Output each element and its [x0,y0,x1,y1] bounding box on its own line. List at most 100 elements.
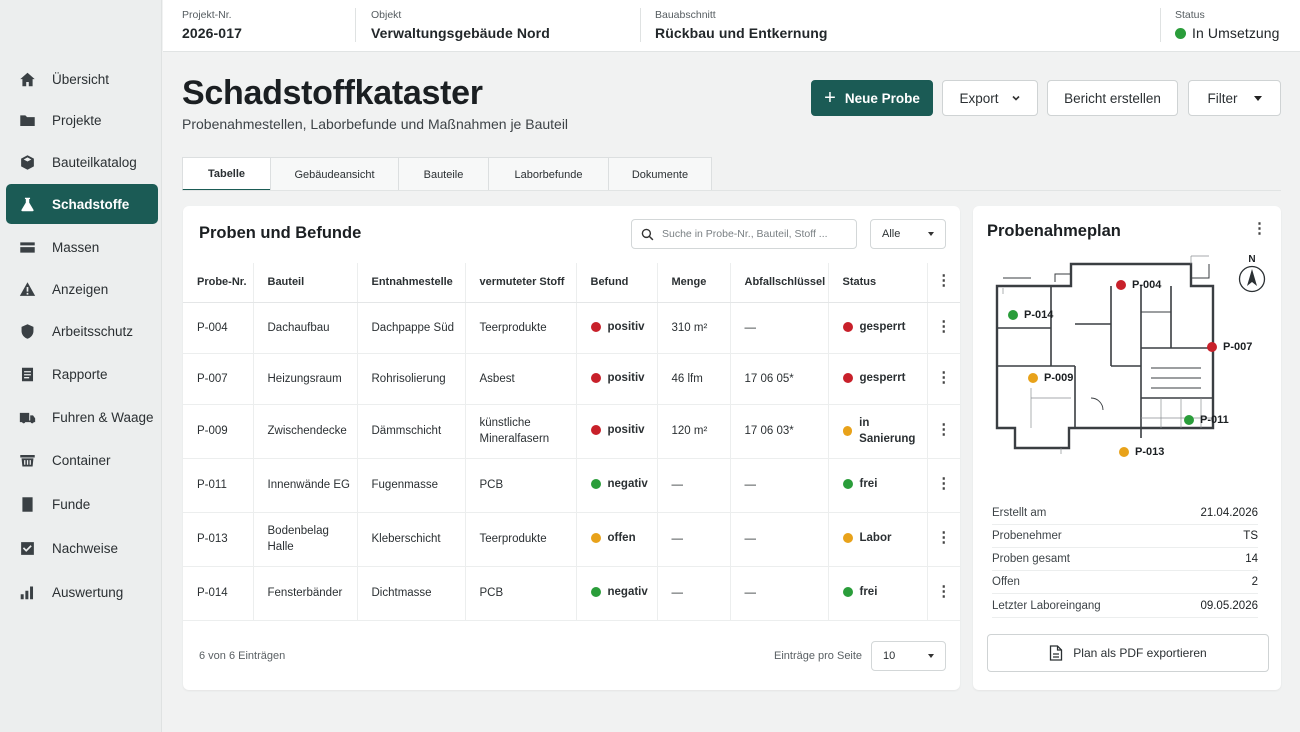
column-header[interactable]: Bauteil [253,263,358,303]
column-header[interactable]: Probe-Nr. [183,263,254,303]
header-bauabschnitt-label: Bauabschnitt [655,9,716,21]
row-menu-button[interactable]: ⋮ [927,302,960,354]
plan-pin[interactable]: P-013 [1119,446,1164,458]
cell-menge: — [657,512,731,567]
plan-pin[interactable]: P-011 [1184,414,1229,426]
column-header[interactable]: vermuteter Stoff [465,263,577,303]
column-header[interactable]: Entnahmestelle [357,263,466,303]
status-dot [842,426,853,436]
table-row[interactable]: P-011 Innenwände EG Fugenmasse PCB negat… [183,458,960,513]
plan-pin[interactable]: P-004 [1116,279,1161,291]
tab-dokumente[interactable]: Dokumente [608,157,712,191]
info-value: 14 [1245,553,1258,565]
sidebar-item-label: Funde [52,496,91,512]
status-filter-select[interactable]: Alle [870,219,946,249]
sidebar-item-auswertung[interactable]: Auswertung [6,572,158,612]
warning-icon [18,280,36,298]
search-input[interactable]: Suche in Probe-Nr., Bauteil, Stoff ... [631,219,857,249]
cell-schluessel: — [730,302,829,354]
row-menu-button[interactable]: ⋮ [927,404,960,459]
sidebar: Übersicht Projekte Bauteilkatalog Schads… [0,0,162,732]
cell-befund: positiv [576,404,658,459]
table-row[interactable]: P-004 Dachaufbau Dachpappe Süd Teerprodu… [183,302,960,354]
column-header[interactable]: Befund [576,263,658,303]
card-icon [18,238,36,256]
sidebar-item-fuhren-waage[interactable]: Fuhren & Waage [6,397,158,437]
column-header[interactable]: Menge [657,263,731,303]
export-pdf-button[interactable]: Plan als PDF exportieren [987,634,1269,672]
status-badge: gesperrt [842,370,906,386]
cell-stoff: Teerprodukte [465,512,577,567]
sidebar-item-anzeigen[interactable]: Anzeigen [6,269,158,309]
column-header[interactable]: Status [828,263,928,303]
plan-pin[interactable]: P-007 [1207,341,1252,353]
tab-gebaeudeansicht[interactable]: Gebäudeansicht [270,157,399,191]
create-report-button[interactable]: Bericht erstellen [1047,80,1178,116]
tab-bauteile[interactable]: Bauteile [398,157,489,191]
new-sample-button[interactable]: + Neue Probe [811,80,933,116]
kebab-icon: ⋮ [936,583,952,600]
plan-menu-button[interactable]: ⋮ [1252,221,1267,236]
sidebar-item-projekte[interactable]: Projekte [6,100,158,140]
sidebar-item-arbeitsschutz[interactable]: Arbeitsschutz [6,311,158,351]
column-header[interactable]: Abfallschlüssel [730,263,829,303]
table-row[interactable]: P-014 Fensterbänder Dichtmasse PCB negat… [183,566,960,621]
sidebar-item-funde[interactable]: Funde [6,484,158,524]
sidebar-item-rapporte[interactable]: Rapporte [6,354,158,394]
row-menu-button[interactable]: ⋮ [927,353,960,405]
table-row[interactable]: P-013 Bodenbelag Halle Kleberschicht Tee… [183,512,960,567]
header-status: Status In Umsetzung [1175,9,1280,41]
status-dot [842,372,853,383]
cell-stoff: Teerprodukte [465,302,577,354]
header-objekt-label: Objekt [371,9,402,21]
row-menu-button[interactable]: ⋮ [927,566,960,621]
tab-tabelle[interactable]: Tabelle [182,157,271,191]
cell-stelle: Kleberschicht [357,512,466,567]
column-menu-button[interactable]: ⋮ [927,263,960,303]
sidebar-item-nachweise[interactable]: Nachweise [6,528,158,568]
befund-text: offen [607,532,636,544]
cell-status: in Sanierung [828,404,928,459]
export-button[interactable]: Export [942,80,1038,116]
checkbox-icon [18,539,36,557]
table-row[interactable]: P-007 Heizungsraum Rohrisolierung Asbest… [183,353,960,405]
pin-label: P-014 [1024,309,1054,321]
cell-probe: P-009 [183,404,254,459]
sidebar-item-schadstoffe[interactable]: Schadstoffe [6,184,158,224]
sidebar-item-label: Container [52,452,111,468]
sidebar-item-massen[interactable]: Massen [6,227,158,267]
info-value: 09.05.2026 [1200,600,1258,612]
tab-laborbefunde[interactable]: Laborbefunde [488,157,609,191]
cell-stoff: künstliche Mineralfasern [465,404,577,459]
pin-label: P-007 [1223,341,1253,353]
row-menu-button[interactable]: ⋮ [927,458,960,513]
sidebar-item-container[interactable]: Container [6,440,158,480]
status-text: gesperrt [859,320,906,333]
befund-dot [590,425,601,435]
pin-label: P-009 [1044,372,1074,384]
filter-button[interactable]: Filter [1188,80,1281,116]
cell-stelle: Rohrisolierung [357,353,466,405]
caret-down-icon [928,654,934,658]
caret-down-icon [928,232,934,236]
kebab-icon: ⋮ [936,529,952,546]
cell-schluessel: 17 06 05* [730,353,829,405]
plan-pin[interactable]: P-014 [1008,309,1053,321]
table-row[interactable]: P-009 Zwischendecke Dämmschicht künstlic… [183,404,960,459]
sidebar-item-uebersicht[interactable]: Übersicht [6,59,158,99]
status-dot [842,587,853,597]
per-page-select[interactable]: 10 [871,641,946,671]
cell-status: gesperrt [828,302,928,354]
search-placeholder: Suche in Probe-Nr., Bauteil, Stoff ... [662,228,828,240]
befund-text: positiv [607,371,645,384]
row-menu-button[interactable]: ⋮ [927,512,960,567]
info-value: 21.04.2026 [1200,507,1258,519]
header-divider [355,8,356,42]
flask-icon [18,195,36,213]
plan-pin[interactable]: P-009 [1028,372,1073,384]
kebab-icon: ⋮ [936,317,952,335]
info-row: Proben gesamt 14 [992,548,1258,571]
status-text: frei [859,478,878,490]
status-text: gesperrt [859,371,906,384]
sidebar-item-bauteilkatalog[interactable]: Bauteilkatalog [6,142,158,182]
